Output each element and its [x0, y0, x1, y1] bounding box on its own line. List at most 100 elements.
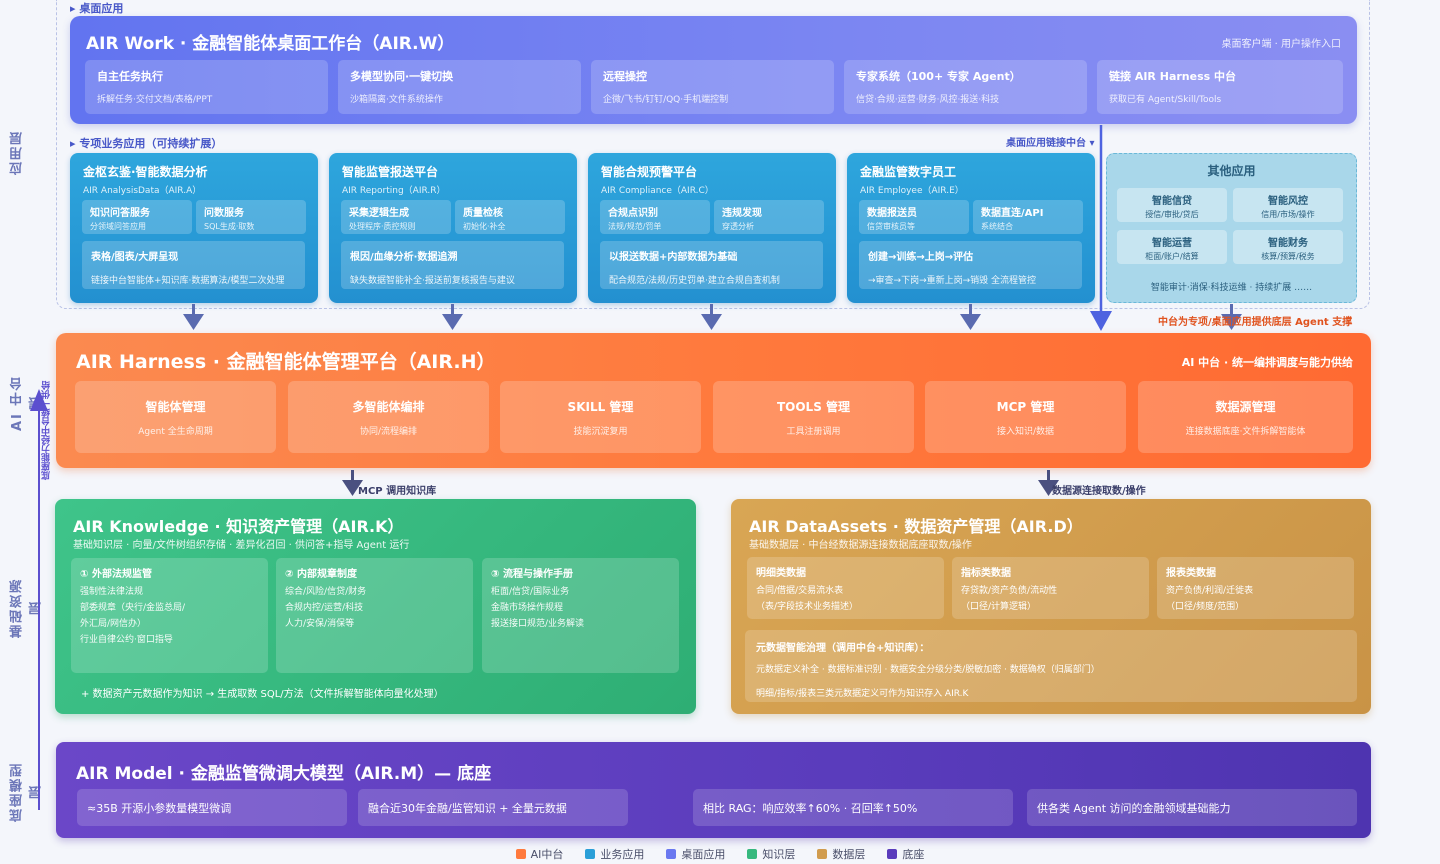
air-model-title: AIR Model · 金融监管微调大模型（AIR.M）— 底座 [76, 764, 492, 784]
biz-sub-desc: 信贷审核员等 [867, 222, 915, 231]
work-card[interactable]: 自主任务执行 拆解任务·交付文档/表格/PPT [85, 60, 328, 114]
work-card-title: 多模型协同·一键切换 [350, 70, 454, 83]
harness-card-desc: 技能沉淀复用 [573, 427, 628, 437]
harness-card-desc: 工具注册调用 [786, 427, 841, 437]
legend-label: 底座 [902, 848, 925, 861]
harness-card[interactable]: 数据源管理 连接数据底座·文件拆解智能体 [1138, 381, 1353, 453]
other-app-card[interactable]: 智能运营 柜面/账户/结算 [1117, 230, 1227, 264]
work-card-desc: 信贷·合规·运营·财务·风控·报送·科技 [856, 95, 1000, 105]
metadata-governance-title: 元数据智能治理（调用中台+知识库）： [756, 643, 930, 654]
harness-card[interactable]: MCP 管理接入知识/数据 [925, 381, 1126, 453]
zone-tag-desktop-label: 桌面应用 [79, 2, 124, 15]
work-card[interactable]: 链接 AIR Harness 中台 获取已有 Agent/Skill/Tools [1097, 60, 1343, 114]
model-card[interactable]: ≈35B 开源小参数量模型微调 [77, 789, 347, 826]
biz-sub-card: 数据报送员 信贷审核员等 [859, 200, 969, 234]
biz-sub-desc: SQL生成·取数 [204, 222, 255, 231]
knowledge-card[interactable]: ③ 流程与操作手册 柜面/信贷/国际业务 金融市场操作规程 报送接口规范/业务解读 [482, 558, 679, 673]
metadata-governance-line: 明细/指标/报表三类元数据定义可作为知识存入 AIR.K [756, 689, 969, 699]
flow-label-mcp: MCP 调用知识库 [358, 486, 437, 497]
support-note: 中台为专项/桌面应用提供底层 Agent 支撑 [1158, 317, 1353, 328]
data-asset-card[interactable]: 指标类数据 存贷款/资产负债/流动性 （口径/计算逻辑） [952, 557, 1149, 619]
legend-label: 数据层 [832, 848, 866, 861]
harness-card-title: 多智能体编排 [352, 400, 425, 414]
other-app-card[interactable]: 智能财务核算/预算/税务 [1233, 230, 1343, 264]
biz-sub-card: 问数服务 SQL生成·取数 [196, 200, 306, 234]
zone-link-dropdown[interactable]: 桌面应用链接中台 ▾ [1006, 134, 1095, 149]
biz-app-title: 金枢玄鉴·智能数据分析 [83, 165, 208, 179]
zone-tag-desktop: ▸ 桌面应用 [70, 2, 124, 15]
air-harness-panel: AIR Harness · 金融智能体管理平台（AIR.H） AI 中台 · 统… [56, 333, 1371, 468]
other-app-card[interactable]: 智能风控 信用/市场/操作 [1233, 188, 1343, 222]
legend-swatch [585, 849, 596, 859]
harness-card[interactable]: TOOLS 管理 工具注册调用 [713, 381, 914, 453]
biz-sub-card: 采集逻辑生成 处理程序·质控规则 [341, 200, 451, 234]
biz-app-subtitle: AIR AnalysisData（AIR.A） [83, 186, 202, 196]
biz-wide-card: 根因/血缘分析·数据追溯 缺失数据智能补全·报送前复核报告与建议 [341, 241, 564, 289]
legend-swatch [666, 849, 677, 859]
legend-label: 业务应用 [600, 848, 645, 861]
biz-sub-title: 数据直连/API [981, 208, 1044, 219]
data-asset-title: 报表类数据 [1166, 568, 1216, 579]
zone-link-label: 桌面应用链接中台 [1006, 138, 1086, 149]
work-card[interactable]: 专家系统（100+ 专家 Agent） 信贷·合规·运营·财务·风控·报送·科技 [844, 60, 1087, 114]
work-to-harness-arrow [1090, 125, 1112, 331]
biz-wide-card: 表格/图表/大屏呈现 链接中台智能体+知识库·数据算法/模型二次处理 [82, 241, 305, 289]
air-work-title: AIR Work · 金融智能体桌面工作台（AIR.W） [86, 34, 455, 54]
work-card-desc: 获取已有 Agent/Skill/Tools [1109, 95, 1222, 105]
harness-card-title: 智能体管理 [145, 400, 206, 414]
other-apps-footer: 智能审计·消保·科技运维 · 持续扩展 …… [1150, 283, 1313, 293]
harness-card[interactable]: 多智能体编排 协同/流程编排 [288, 381, 489, 453]
legend-item: 知识层 [747, 846, 795, 862]
legend-item: 数据层 [817, 846, 865, 862]
work-card-desc: 拆解任务·交付文档/表格/PPT [97, 95, 213, 105]
other-app-desc: 核算/预算/税务 [1261, 252, 1315, 261]
knowledge-card-title: ② 内部规章制度 [285, 569, 357, 580]
harness-card-desc: 连接数据底座·文件拆解智能体 [1185, 427, 1306, 437]
biz-sub-title: 问数服务 [204, 208, 244, 219]
biz-sub-desc: 法规/规范/罚单 [608, 222, 662, 231]
air-harness-subtitle: AI 中台 · 统一编排调度与能力供给 [1181, 356, 1353, 369]
harness-card[interactable]: SKILL 管理 技能沉淀复用 [500, 381, 701, 453]
biz-app-card[interactable]: 金融监管数字员工 AIR Employee（AIR.E） 数据报送员 信贷审核员等… [847, 153, 1095, 303]
biz-app-card[interactable]: 智能合规预警平台 AIR Compliance（AIR.C） 合规点识别 法规/规… [588, 153, 836, 303]
other-app-desc: 信用/市场/操作 [1261, 210, 1315, 219]
work-card-title: 自主任务执行 [97, 70, 163, 83]
other-app-title: 智能财务 [1268, 238, 1308, 249]
air-dataassets-title: AIR DataAssets · 数据资产管理（AIR.D） [749, 517, 1083, 536]
harness-card-desc: 接入知识/数据 [996, 427, 1055, 437]
model-card[interactable]: 融合近30年金融/监管知识 + 全量元数据 [358, 789, 628, 826]
legend-item: 桌面应用 [666, 846, 725, 862]
legend-item: 底座 [887, 846, 924, 862]
other-app-card[interactable]: 智能信贷 授信/审批/贷后 [1117, 188, 1227, 222]
data-asset-list: 资产负债/利润/迁徙表 （口径/频度/范围） [1166, 586, 1254, 612]
biz-app-subtitle: AIR Compliance（AIR.C） [601, 186, 714, 196]
knowledge-card[interactable]: ① 外部法规监管 强制性法律法规 部委规章（央行/金监总局/ 外汇局/网信办） 行… [71, 558, 268, 673]
harness-card-title: MCP 管理 [996, 400, 1055, 414]
metadata-governance-card[interactable]: 元数据智能治理（调用中台+知识库）： 元数据定义补全 · 数据标准识别 · 数据… [745, 630, 1357, 702]
work-card[interactable]: 多模型协同·一键切换 沙箱隔离·文件系统操作 [338, 60, 581, 114]
flow-label-datasource: 数据源连接取数/操作 [1052, 486, 1146, 497]
biz-sub-desc: 处理程序·质控规则 [349, 222, 416, 231]
biz-sub-desc: 分领域问答应用 [90, 222, 146, 231]
air-knowledge-footer: + 数据资产元数据作为知识 → 生成取数 SQL/方法（文件拆解智能体向量化处理… [81, 689, 444, 700]
biz-wide-card: 以报送数据+内部数据为基础 配合规范/法规/历史罚单·建立合规自查机制 [600, 241, 823, 289]
data-asset-card[interactable]: 明细类数据 合同/借据/交易流水表 （表/字段技术业务描述） [747, 557, 944, 619]
knowledge-card[interactable]: ② 内部规章制度综合/风险/信贷/财务 合规内控/运营/科技 人力/安保/消保等 [276, 558, 473, 673]
biz-app-card[interactable]: 智能监管报送平台 AIR Reporting（AIR.R） 采集逻辑生成 处理程序… [329, 153, 577, 303]
work-card[interactable]: 远程操控 企微/飞书/钉钉/QQ·手机端控制 [591, 60, 834, 114]
model-card[interactable]: 供各类 Agent 访问的金融领域基础能力 [1027, 789, 1357, 826]
legend-swatch [887, 849, 898, 859]
biz-sub-card: 违规发现 穿透分析 [714, 200, 824, 234]
layer-label-ai: AI 中台层 [10, 375, 44, 431]
harness-card[interactable]: 智能体管理 Agent 全生命周期 [75, 381, 276, 453]
air-knowledge-panel: AIR Knowledge · 知识资产管理（AIR.K） 基础知识层 · 向量… [55, 499, 696, 714]
knowledge-card-list: 综合/风险/信贷/财务 合规内控/运营/科技 人力/安保/消保等 [285, 587, 367, 629]
data-asset-card[interactable]: 报表类数据资产负债/利润/迁徙表 （口径/频度/范围） [1157, 557, 1354, 619]
work-card-desc: 企微/飞书/钉钉/QQ·手机端控制 [603, 95, 729, 105]
biz-sub-title: 违规发现 [722, 208, 762, 219]
biz-wide-desc: 缺失数据智能补全·报送前复核报告与建议 [350, 276, 515, 286]
biz-sub-desc: 穿透分析 [722, 222, 754, 231]
model-card[interactable]: 相比 RAG：响应效率↑60% · 召回率↑50% [693, 789, 1013, 826]
other-apps-title: 其他应用 [1207, 164, 1256, 178]
biz-app-card[interactable]: 金枢玄鉴·智能数据分析 AIR AnalysisData（AIR.A） 知识问答… [70, 153, 318, 303]
